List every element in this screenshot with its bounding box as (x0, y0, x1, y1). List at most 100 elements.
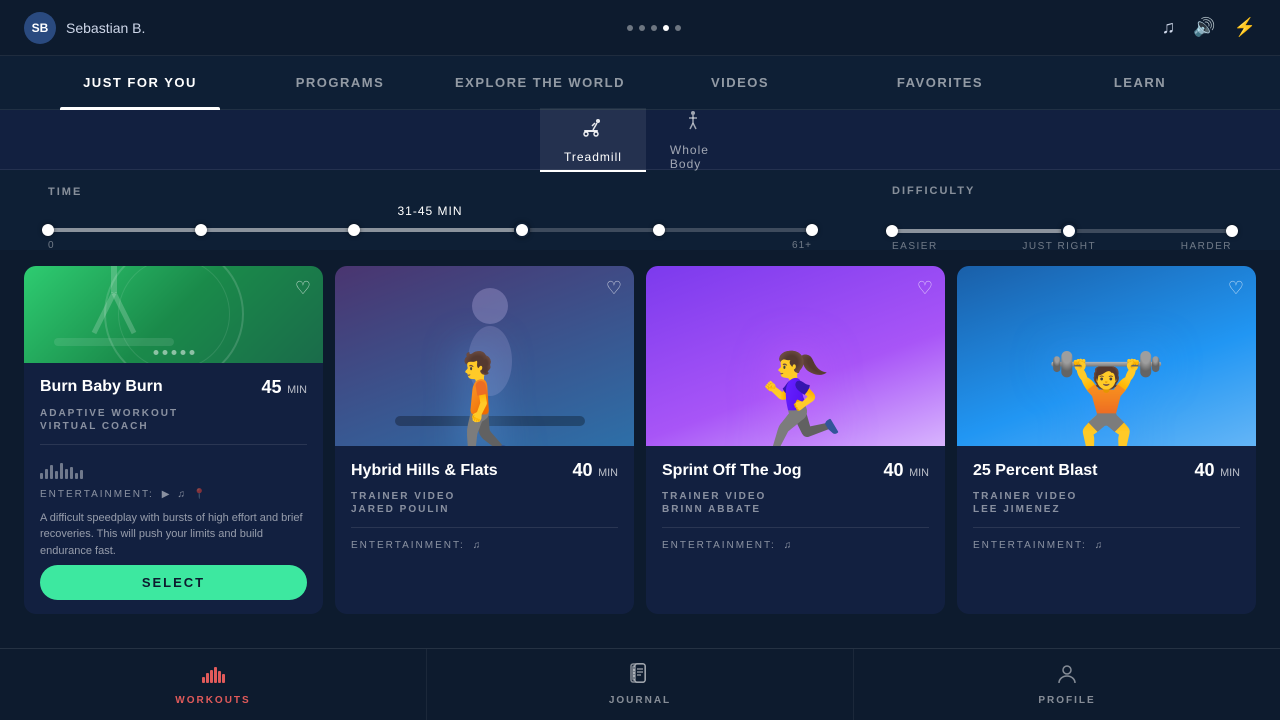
card4-title-row: 25 Percent Blast 40 MIN (973, 460, 1240, 481)
card1-favorite[interactable]: ♡ (295, 278, 311, 299)
card4-body: 25 Percent Blast 40 MIN TRAINER VIDEO LE… (957, 446, 1256, 614)
music-icon[interactable]: ♫ (1162, 17, 1176, 38)
card3-entertainment: ENTERTAINMENT: ♫ (662, 540, 929, 551)
card3-body: Sprint Off The Jog 40 MIN TRAINER VIDEO … (646, 446, 945, 614)
card3-ent-icons: ♫ (784, 540, 794, 551)
difficulty-slider-track[interactable] (892, 229, 1232, 233)
card1-title-row: Burn Baby Burn 45 MIN (40, 377, 307, 398)
workouts-label: WORKOUTS (175, 695, 250, 706)
card-25-percent-blast[interactable]: 🏋️ ♡ 25 Percent Blast 40 MIN TRAINER VID… (957, 266, 1256, 614)
avatar: SB (24, 12, 56, 44)
time-slider-track[interactable] (48, 228, 812, 232)
top-bar: SB Sebastian B. ♫ 🔊 ⚡ (0, 0, 1280, 56)
card3-image: 🏃‍♀️ ♡ (646, 266, 945, 446)
card3-favorite[interactable]: ♡ (917, 278, 933, 299)
music-icon: ♫ (1095, 540, 1105, 551)
card1-image: ♡ (24, 266, 323, 363)
play-icon: ▶ (162, 489, 172, 500)
difficulty-labels: EASIER JUST RIGHT HARDER (892, 241, 1232, 252)
card1-person-svg (24, 266, 204, 363)
bottom-nav-profile[interactable]: PROFILE (854, 649, 1280, 720)
card1-waveform (40, 461, 307, 479)
card1-tags: ADAPTIVE WORKOUT VIRTUAL COACH (40, 408, 307, 432)
card4-ent-icons: ♫ (1095, 540, 1105, 551)
card3-tags: TRAINER VIDEO BRINN ABBATE (662, 491, 929, 515)
music-icon: ♫ (473, 540, 483, 551)
dot-5 (675, 25, 681, 31)
card2-title-row: Hybrid Hills & Flats 40 MIN (351, 460, 618, 481)
bottom-nav-workouts[interactable]: WORKOUTS (0, 649, 427, 720)
card-burn-baby-burn[interactable]: ♡ Burn Baby Burn 45 MIN ADAPTIVE WORKOUT… (24, 266, 323, 614)
time-label: TIME (48, 186, 812, 198)
sub-nav: Treadmill Whole Body (0, 110, 1280, 170)
nav-explore-world[interactable]: EXPLORE THE WORLD (440, 56, 640, 110)
card-hybrid-hills[interactable]: 🚶 ♡ Hybrid Hills & Flats 40 MIN TRAINER … (335, 266, 634, 614)
nav-just-for-you[interactable]: JUST FOR YOU (40, 56, 240, 110)
card1-body: Burn Baby Burn 45 MIN ADAPTIVE WORKOUT V… (24, 363, 323, 615)
difficulty-label: DIFFICULTY (892, 185, 1232, 197)
user-info: SB Sebastian B. (24, 12, 145, 44)
main-nav: JUST FOR YOU PROGRAMS EXPLORE THE WORLD … (0, 56, 1280, 110)
card1-select-button[interactable]: SELECT (40, 565, 307, 600)
top-icons: ♫ 🔊 ⚡ (1162, 17, 1256, 38)
dot-2 (639, 25, 645, 31)
card2-divider (351, 527, 618, 528)
card3-title: Sprint Off The Jog (662, 462, 802, 480)
dot-1 (627, 25, 633, 31)
journal-icon (628, 663, 652, 691)
card2-duration: 40 MIN (572, 460, 618, 481)
bluetooth-icon[interactable]: ⚡ (1234, 17, 1256, 38)
card2-image: 🚶 ♡ (335, 266, 634, 446)
cards-container: ♡ Burn Baby Burn 45 MIN ADAPTIVE WORKOUT… (0, 250, 1280, 630)
card-sprint-off-jog[interactable]: 🏃‍♀️ ♡ Sprint Off The Jog 40 MIN TRAINER… (646, 266, 945, 614)
difficulty-filter: DIFFICULTY EASIER JUST RIGHT HARDER (892, 185, 1232, 252)
card4-tags: TRAINER VIDEO LEE JIMENEZ (973, 491, 1240, 515)
card2-ent-icons: ♫ (473, 540, 483, 551)
time-value: 31-45 MIN (48, 204, 812, 218)
nav-favorites[interactable]: FAVORITES (840, 56, 1040, 110)
card2-title: Hybrid Hills & Flats (351, 462, 498, 480)
card3-divider (662, 527, 929, 528)
card4-title: 25 Percent Blast (973, 462, 1098, 480)
card1-ent-icons: ▶ ♫ 📍 (162, 489, 208, 500)
sub-nav-whole-body[interactable]: Whole Body (646, 101, 740, 179)
profile-icon (1055, 663, 1079, 691)
treadmill-label: Treadmill (564, 150, 622, 164)
card4-image: 🏋️ ♡ (957, 266, 1256, 446)
slide-indicators (627, 25, 681, 31)
card1-divider (40, 444, 307, 445)
whole-body-label: Whole Body (670, 143, 716, 171)
nav-programs[interactable]: PROGRAMS (240, 56, 440, 110)
treadmill-icon (581, 116, 605, 146)
time-filter: TIME 31-45 MIN 0 61+ (48, 186, 812, 251)
profile-label: PROFILE (1038, 695, 1095, 706)
volume-icon[interactable]: 🔊 (1193, 17, 1215, 38)
card1-title: Burn Baby Burn (40, 378, 163, 396)
card1-entertainment: ENTERTAINMENT: ▶ ♫ 📍 (40, 489, 307, 500)
card4-duration: 40 MIN (1194, 460, 1240, 481)
sub-nav-treadmill[interactable]: Treadmill (540, 108, 646, 172)
dot-4-active (663, 25, 669, 31)
music-icon: ♫ (177, 489, 187, 500)
bottom-nav-journal[interactable]: JOURNAL (427, 649, 854, 720)
bottom-nav: WORKOUTS JOURNAL PROFILE (0, 648, 1280, 720)
nav-learn[interactable]: LEARN (1040, 56, 1240, 110)
card4-entertainment: ENTERTAINMENT: ♫ (973, 540, 1240, 551)
card2-favorite[interactable]: ♡ (606, 278, 622, 299)
card2-entertainment: ENTERTAINMENT: ♫ (351, 540, 618, 551)
workouts-icon (201, 663, 225, 691)
dot-3 (651, 25, 657, 31)
card4-favorite[interactable]: ♡ (1228, 278, 1244, 299)
user-name: Sebastian B. (66, 20, 145, 36)
journal-label: JOURNAL (609, 695, 671, 706)
card4-divider (973, 527, 1240, 528)
filters-bar: TIME 31-45 MIN 0 61+ DIFFICULTY EASIER (0, 170, 1280, 250)
card1-duration: 45 MIN (261, 377, 307, 398)
card1-description: A difficult speedplay with bursts of hig… (40, 510, 307, 560)
card1-dots (153, 350, 194, 355)
card3-title-row: Sprint Off The Jog 40 MIN (662, 460, 929, 481)
card2-body: Hybrid Hills & Flats 40 MIN TRAINER VIDE… (335, 446, 634, 614)
time-range-labels: 0 61+ (48, 240, 812, 251)
card3-duration: 40 MIN (883, 460, 929, 481)
card2-tags: TRAINER VIDEO JARED POULIN (351, 491, 618, 515)
